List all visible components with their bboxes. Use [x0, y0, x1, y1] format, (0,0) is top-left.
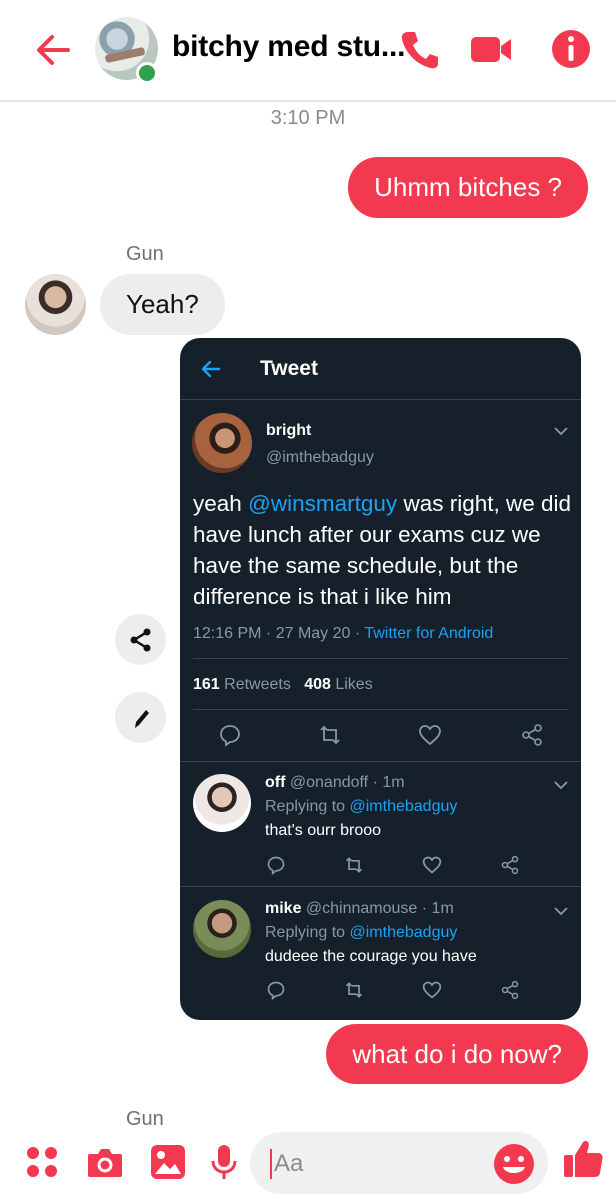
tweet-author-avatar: [192, 413, 252, 473]
tweet-source: Twitter for Android: [364, 625, 494, 642]
tweet-mention: @winsmartguy: [248, 491, 398, 516]
reply-text: that's ourr brooo: [265, 822, 382, 839]
heart-icon: [422, 981, 442, 999]
pencil-icon: [134, 709, 149, 728]
emoji-icon[interactable]: [492, 1142, 536, 1186]
text-cursor: [270, 1149, 272, 1179]
message-composer: Aa: [0, 1128, 616, 1200]
chevron-down-icon: [554, 907, 568, 916]
tweet-text: yeah @winsmartguy was right, we did have…: [193, 491, 572, 609]
microphone-icon[interactable]: [204, 1142, 244, 1182]
share-icon: [501, 980, 519, 1000]
sender-avatar[interactable]: [25, 274, 86, 335]
share-icon: [501, 855, 519, 875]
reply-avatar: [193, 900, 251, 958]
edit-button[interactable]: [115, 692, 166, 743]
gallery-icon[interactable]: [148, 1142, 188, 1182]
replying-to: Replying to @imthebadguy: [265, 924, 458, 941]
tweet-timestamp: 12:16 PM · 27 May 20 · Twitter for Andro…: [193, 625, 494, 642]
message-input-placeholder: Aa: [274, 1150, 304, 1177]
retweet-icon: [320, 725, 340, 745]
outgoing-message[interactable]: what do i do now?: [326, 1024, 588, 1084]
share-icon: [522, 724, 542, 746]
retweet-icon: [345, 982, 363, 998]
reply-text: dudeee the courage you have: [265, 948, 477, 965]
incoming-message[interactable]: Yeah?: [100, 274, 225, 335]
divider: [180, 761, 581, 762]
share-icon: [130, 628, 150, 651]
message-timestamp: 3:10 PM: [270, 107, 346, 129]
tweet-author-name: bright: [266, 422, 312, 439]
share-button[interactable]: [115, 614, 166, 665]
replying-to: Replying to @imthebadguy: [265, 798, 458, 815]
chevron-down-icon: [554, 427, 568, 436]
chat-header: bitchy med stu...: [0, 0, 616, 102]
heart-icon: [419, 725, 441, 746]
divider: [193, 709, 568, 710]
info-icon[interactable]: [548, 26, 594, 72]
tweet-author-handle: @imthebadguy: [266, 449, 374, 466]
sender-name: Gun: [126, 1108, 164, 1126]
tweet-header: Tweet: [180, 338, 581, 400]
divider: [193, 658, 568, 659]
back-arrow-icon[interactable]: [28, 24, 80, 76]
chat-title[interactable]: bitchy med stu...: [172, 30, 406, 64]
sender-name: Gun: [126, 243, 164, 265]
reply-author: mike @chinnamouse · 1m: [265, 900, 454, 917]
camera-icon[interactable]: [85, 1142, 125, 1182]
tweet-header-title: Tweet: [260, 357, 318, 380]
reply-icon: [267, 981, 285, 1000]
message-input[interactable]: Aa: [250, 1132, 548, 1194]
reply-icon: [267, 856, 285, 875]
heart-icon: [422, 856, 442, 874]
shared-tweet-image[interactable]: Tweet bright @imthebadguy yeah @winsmart…: [180, 338, 581, 1020]
arrow-left-icon: [201, 360, 221, 378]
online-status-dot: [136, 62, 158, 84]
video-camera-icon[interactable]: [468, 26, 514, 72]
menu-dots-icon[interactable]: [22, 1142, 62, 1182]
reply-avatar: [193, 774, 251, 832]
retweet-icon: [345, 857, 363, 873]
phone-icon[interactable]: [396, 26, 442, 72]
chevron-down-icon: [554, 781, 568, 790]
thumbs-up-icon[interactable]: [561, 1136, 605, 1180]
reply-icon: [220, 725, 240, 747]
tweet-stats: 161 Retweets 408 Likes: [193, 676, 373, 693]
reply-author: off @onandoff · 1m: [265, 774, 405, 791]
divider: [180, 886, 581, 887]
outgoing-message[interactable]: Uhmm bitches ?: [348, 157, 588, 218]
